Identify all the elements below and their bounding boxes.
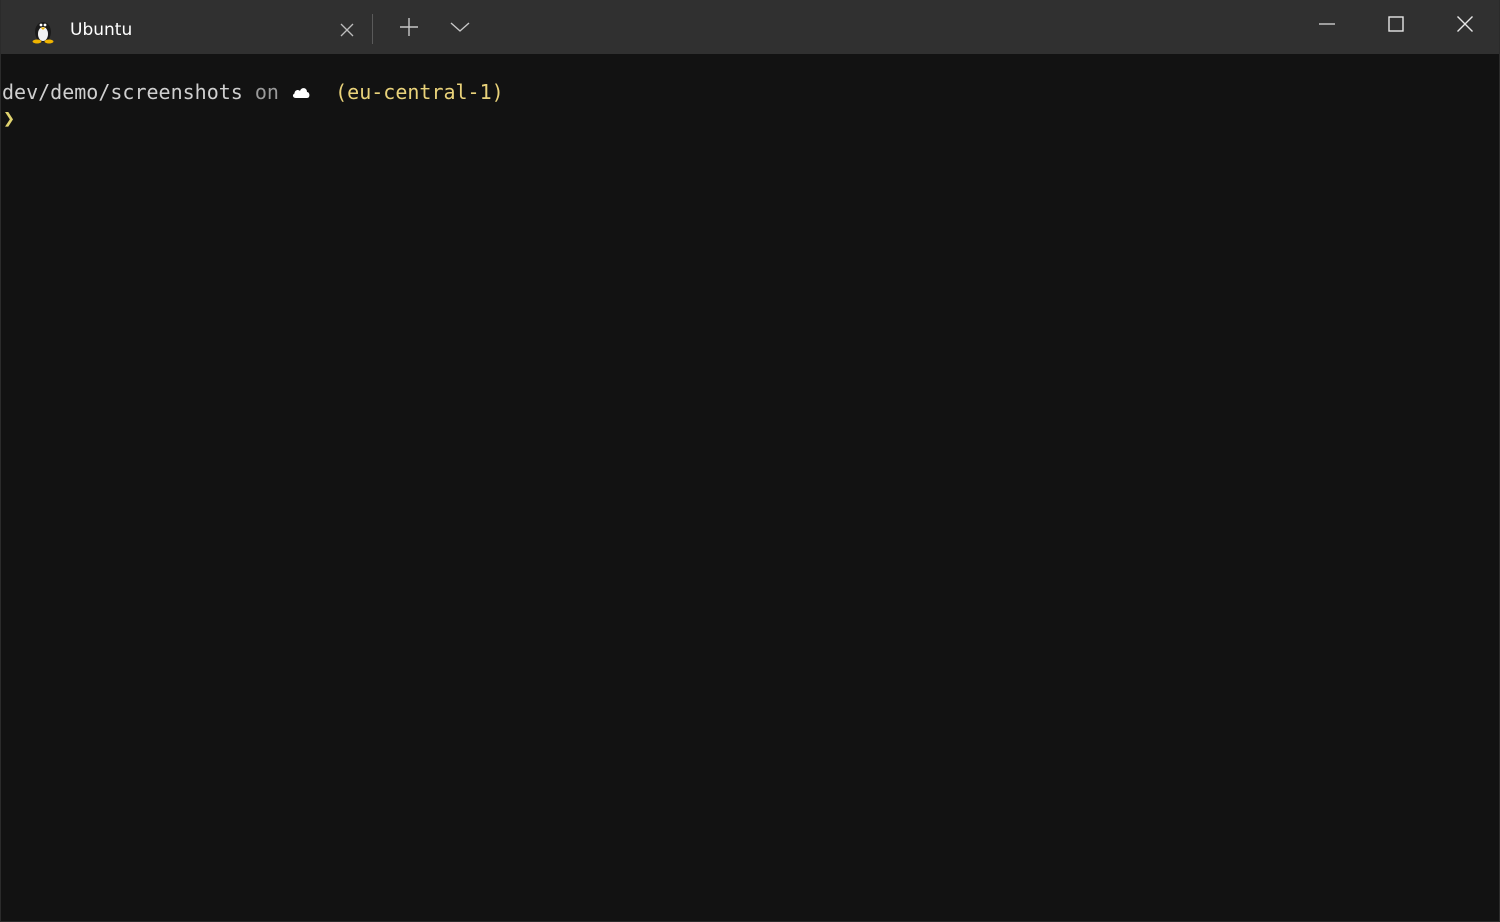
terminal-window: Ubuntu dev/demo/screenshots on (eu-centr… xyxy=(0,0,1500,922)
minimize-button[interactable] xyxy=(1293,0,1361,52)
minimize-icon xyxy=(1318,15,1336,38)
tab-separator xyxy=(372,14,373,44)
maximize-button[interactable] xyxy=(1362,0,1430,52)
tab-close-icon[interactable] xyxy=(334,17,360,43)
plus-icon xyxy=(399,17,419,42)
prompt-path: dev/demo/screenshots xyxy=(2,80,243,104)
title-bar: Ubuntu xyxy=(1,0,1499,54)
maximize-icon xyxy=(1387,15,1405,38)
new-tab-button[interactable] xyxy=(391,13,427,45)
tab-dropdown-button[interactable] xyxy=(442,13,478,45)
prompt-caret: ❯ xyxy=(3,106,16,130)
tab-title: Ubuntu xyxy=(70,20,133,40)
terminal-area[interactable]: dev/demo/screenshots on (eu-central-1) ❯ xyxy=(1,54,1499,920)
linux-penguin-icon xyxy=(30,16,56,44)
prompt-line: dev/demo/screenshots on (eu-central-1) xyxy=(2,79,504,108)
close-window-button[interactable] xyxy=(1431,0,1499,52)
cloud-icon xyxy=(291,79,311,105)
prompt-on-label: on xyxy=(254,80,279,104)
chevron-down-icon xyxy=(450,20,470,38)
tab-ubuntu[interactable]: Ubuntu xyxy=(1,0,368,54)
aws-region: (eu-central-1) xyxy=(335,80,504,104)
close-icon xyxy=(1456,15,1474,38)
